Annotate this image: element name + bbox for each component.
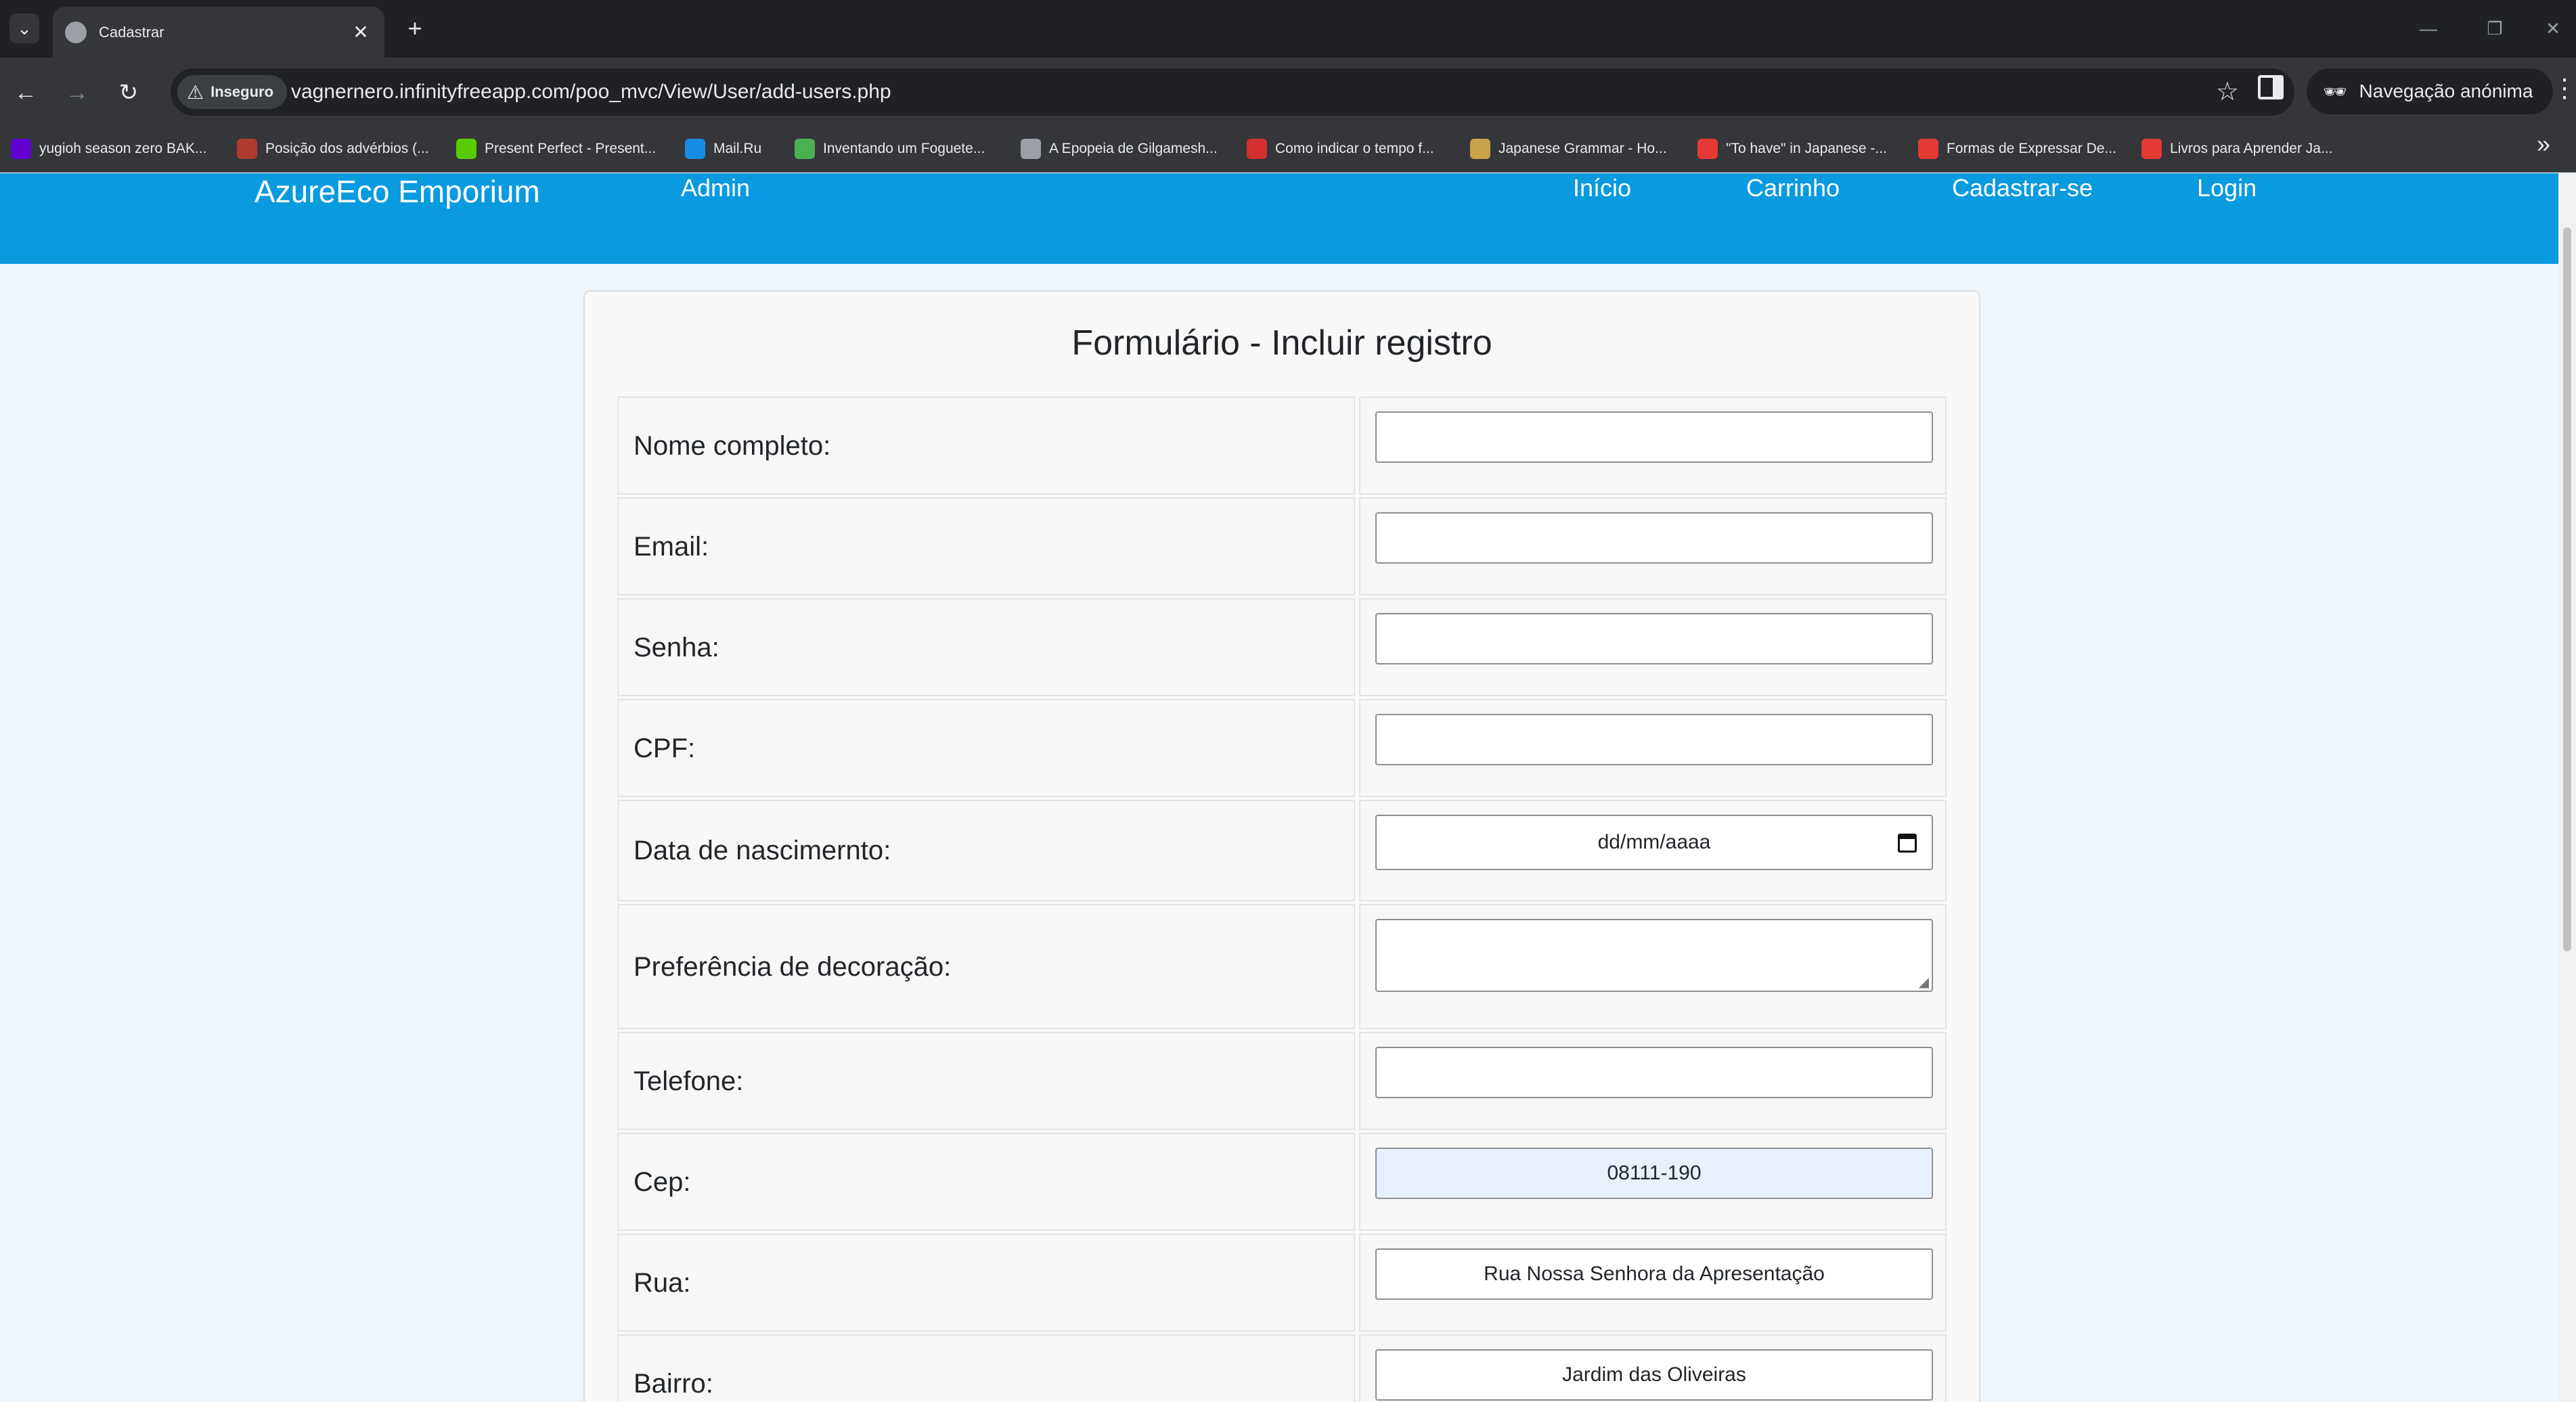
field-label: Preferência de decoração:: [634, 952, 952, 982]
nav-link-carrinho[interactable]: Carrinho: [1746, 173, 1840, 203]
bookmark-favicon-icon: [11, 139, 31, 159]
page-viewport: AzureEco Emporium Admin Início Carrinho …: [0, 173, 2558, 1402]
bookmark-favicon-icon: [1247, 139, 1267, 159]
back-icon[interactable]: ←: [9, 76, 42, 109]
cep-input[interactable]: [1375, 1148, 1933, 1199]
bookmark-item[interactable]: yugioh season zero BAK...: [11, 136, 206, 162]
calendar-icon[interactable]: [1898, 834, 1917, 853]
form-row-bairro: Bairro:: [617, 1334, 1947, 1402]
form-title: Formulário - Incluir registro: [1071, 323, 1492, 363]
field-label: Email:: [634, 532, 709, 562]
page-scrollbar[interactable]: [2558, 173, 2576, 1402]
field-label: Cep:: [634, 1167, 691, 1197]
new-tab-icon[interactable]: +: [398, 14, 432, 43]
nav-link-cadastrar[interactable]: Cadastrar-se: [1952, 173, 2093, 203]
kebab-menu-icon[interactable]: ⋮: [2552, 73, 2576, 104]
bookmark-favicon-icon: [1021, 139, 1041, 159]
incognito-icon: 🕶: [2323, 81, 2347, 102]
bookmark-item[interactable]: Japanese Grammar - Ho...: [1470, 136, 1667, 162]
bookmark-favicon-icon: [685, 139, 705, 159]
form-card: Formulário - Incluir registro Nome compl…: [583, 290, 1980, 1402]
form-row-cep: Cep:: [617, 1133, 1947, 1231]
address-bar[interactable]: ⚠ Inseguro vagnernero.infinityfreeapp.co…: [171, 68, 2294, 116]
form-row-cpf: CPF:: [617, 699, 1947, 797]
bookmarks-overflow-icon[interactable]: »: [2537, 130, 2550, 158]
field-label: Telefone:: [634, 1066, 744, 1096]
senha-input[interactable]: [1375, 613, 1933, 664]
incognito-label: Navegação anónima: [2359, 81, 2533, 101]
brand-logo-text[interactable]: AzureEco Emporium: [254, 175, 540, 208]
incognito-chip[interactable]: 🕶 Navegação anónima: [2307, 68, 2554, 114]
form-row-email: Email:: [617, 497, 1947, 595]
tab-strip: ⌄ Cadastrar ✕ + — ❐ ✕: [0, 0, 2576, 58]
field-label: Rua:: [634, 1268, 691, 1298]
bookmark-favicon-icon: [237, 139, 257, 159]
tab-title: Cadastrar: [99, 24, 164, 41]
nav-link-admin[interactable]: Admin: [681, 173, 750, 203]
scrollbar-thumb[interactable]: [2563, 227, 2571, 951]
bookmarks-bar: yugioh season zero BAK... Posição dos ad…: [0, 125, 2576, 173]
form-row-nome: Nome completo:: [617, 397, 1947, 495]
bookmark-item[interactable]: Inventando um Foguete...: [795, 136, 985, 162]
reload-icon[interactable]: ↻: [112, 76, 145, 109]
browser-toolbar: ← → ↻ ⚠ Inseguro vagnernero.infinityfree…: [0, 58, 2576, 125]
field-label: Bairro:: [634, 1369, 713, 1399]
field-label: Senha:: [634, 633, 719, 662]
security-chip[interactable]: ⚠ Inseguro: [177, 75, 288, 109]
tab-active[interactable]: Cadastrar ✕: [53, 7, 384, 58]
tab-search-dropdown-icon[interactable]: ⌄: [9, 14, 39, 43]
side-panel-icon[interactable]: [2258, 75, 2284, 99]
bookmark-item[interactable]: Livros para Aprender Ja...: [2141, 136, 2332, 162]
field-label: Nome completo:: [634, 431, 831, 461]
globe-icon: [65, 22, 87, 43]
nome-input[interactable]: [1375, 411, 1933, 463]
security-label: Inseguro: [210, 83, 274, 100]
bookmark-favicon-icon: [1918, 139, 1938, 159]
bookmark-item[interactable]: Formas de Expressar De...: [1918, 136, 2116, 162]
field-label: CPF:: [634, 733, 696, 763]
bookmark-favicon-icon: [795, 139, 815, 159]
bookmark-item[interactable]: A Epopeia de Gilgamesh...: [1021, 136, 1218, 162]
bookmark-favicon-icon: [1697, 139, 1718, 159]
url-text[interactable]: vagnernero.infinityfreeapp.com/poo_mvc/V…: [291, 80, 891, 104]
bookmark-item[interactable]: Mail.Ru: [685, 136, 761, 162]
restore-icon[interactable]: ❐: [2474, 14, 2515, 43]
email-input[interactable]: [1375, 512, 1933, 564]
window-close-icon[interactable]: ✕: [2533, 14, 2573, 43]
close-icon[interactable]: ✕: [348, 19, 374, 45]
field-label: Data de nascimernto:: [634, 836, 891, 865]
bookmark-item[interactable]: "To have" in Japanese -...: [1697, 136, 1887, 162]
bookmark-item[interactable]: Como indicar o tempo f...: [1247, 136, 1434, 162]
form-row-decoracao: Preferência de decoração: ◢: [617, 904, 1947, 1029]
resize-grip-icon[interactable]: ◢: [1919, 976, 1929, 989]
form-row-senha: Senha:: [617, 598, 1947, 696]
bookmark-favicon-icon: [456, 139, 476, 159]
forward-icon[interactable]: →: [61, 76, 93, 109]
telefone-input[interactable]: [1375, 1047, 1933, 1098]
form-row-rua: Rua:: [617, 1234, 1947, 1332]
bookmark-favicon-icon: [2141, 139, 2162, 159]
bookmark-item[interactable]: Posição dos advérbios (...: [237, 136, 429, 162]
form-row-telefone: Telefone:: [617, 1032, 1947, 1130]
bairro-input[interactable]: [1375, 1349, 1933, 1401]
nav-link-inicio[interactable]: Início: [1573, 173, 1631, 203]
bookmark-favicon-icon: [1470, 139, 1490, 159]
bookmark-star-icon[interactable]: ☆: [2216, 76, 2239, 107]
date-placeholder: dd/mm/aaaa: [1597, 831, 1711, 853]
nav-link-login[interactable]: Login: [2197, 173, 2257, 203]
birthdate-input[interactable]: dd/mm/aaaa: [1375, 815, 1933, 870]
site-header: AzureEco Emporium Admin Início Carrinho …: [0, 173, 2558, 264]
warning-icon: ⚠: [187, 81, 204, 103]
decoracao-textarea[interactable]: ◢: [1375, 919, 1933, 992]
cpf-input[interactable]: [1375, 714, 1933, 765]
form-row-nascimento: Data de nascimernto: dd/mm/aaaa: [617, 800, 1947, 901]
minimize-icon[interactable]: —: [2408, 14, 2449, 43]
rua-input[interactable]: [1375, 1248, 1933, 1300]
bookmark-item[interactable]: Present Perfect - Present...: [456, 136, 656, 162]
